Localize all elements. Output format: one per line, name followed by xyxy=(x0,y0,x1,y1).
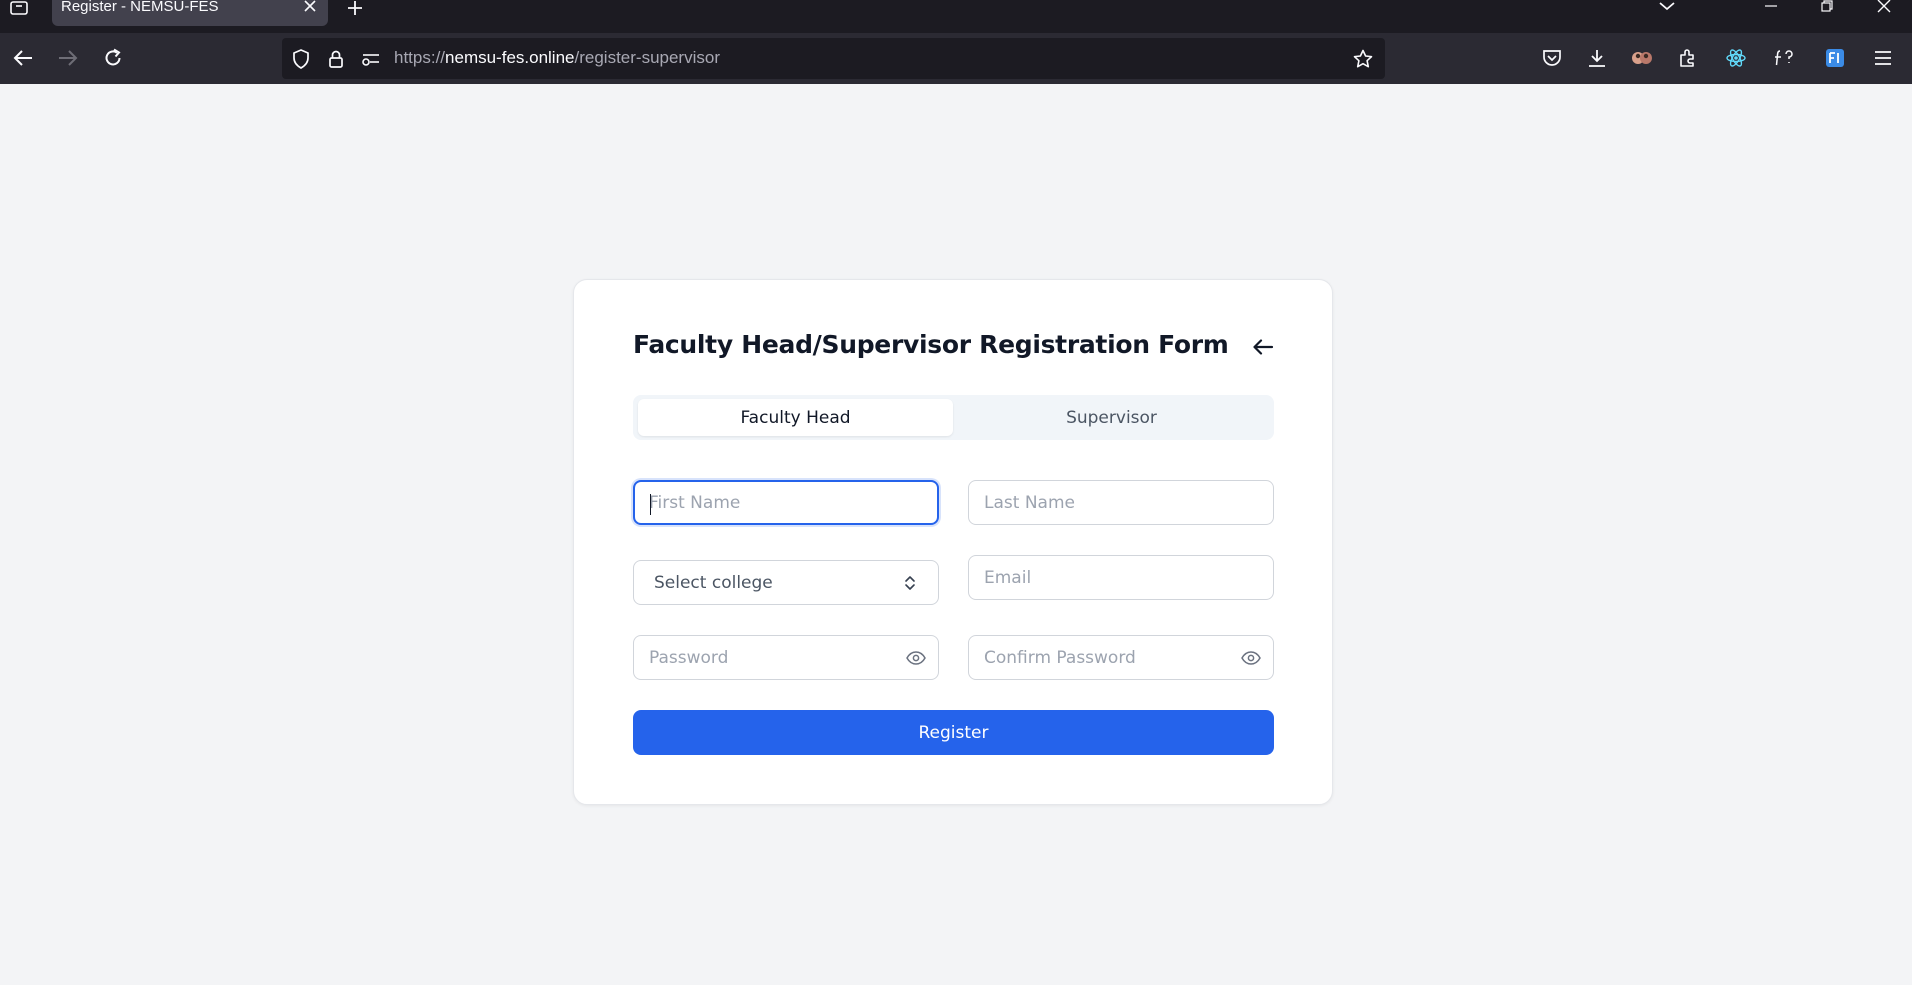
text-caret xyxy=(650,494,651,515)
first-name-field xyxy=(633,480,939,525)
tab-list-icon[interactable] xyxy=(8,0,30,16)
address-bar[interactable]: https://nemsu-fes.online/register-superv… xyxy=(282,38,1385,79)
email-input[interactable] xyxy=(969,556,1273,599)
account-avatar-icon[interactable] xyxy=(1629,45,1655,71)
register-button[interactable]: Register xyxy=(633,710,1274,755)
reload-icon[interactable] xyxy=(100,45,126,71)
shield-icon[interactable] xyxy=(291,49,311,69)
extension-fi-icon[interactable] xyxy=(1822,45,1848,71)
back-icon[interactable] xyxy=(10,45,36,71)
bookmark-star-icon[interactable] xyxy=(1353,49,1373,69)
show-confirm-password-eye-icon[interactable] xyxy=(1241,649,1261,667)
show-password-eye-icon[interactable] xyxy=(906,649,926,667)
restore-window-icon[interactable] xyxy=(1813,0,1841,16)
email-field xyxy=(968,555,1274,600)
college-select-value: Select college xyxy=(654,573,773,593)
first-name-input[interactable] xyxy=(635,482,937,523)
site-permissions-icon[interactable] xyxy=(361,49,381,69)
tab-faculty-head[interactable]: Faculty Head xyxy=(638,399,953,436)
lock-icon[interactable] xyxy=(326,49,346,69)
tab-title: Register - NEMSU-FES xyxy=(61,0,219,15)
confirm-password-field xyxy=(968,635,1274,680)
url-scheme: https:// xyxy=(394,48,446,67)
college-select[interactable]: Select college xyxy=(633,560,939,605)
chevron-up-down-icon xyxy=(902,573,918,593)
last-name-field xyxy=(968,480,1274,525)
role-tabs: Faculty Head Supervisor xyxy=(633,395,1274,440)
new-tab-plus-icon[interactable] xyxy=(345,0,365,18)
tab-supervisor[interactable]: Supervisor xyxy=(954,399,1269,436)
browser-tab-active[interactable]: Register - NEMSU-FES xyxy=(52,0,328,26)
url-text[interactable]: https://nemsu-fes.online/register-superv… xyxy=(394,48,720,68)
password-input[interactable] xyxy=(634,636,938,679)
back-arrow-icon[interactable] xyxy=(1248,332,1278,362)
registration-card: Faculty Head/Supervisor Registration For… xyxy=(573,279,1333,805)
downloads-icon[interactable] xyxy=(1584,45,1610,71)
app-menu-hamburger-icon[interactable] xyxy=(1870,45,1896,71)
list-all-tabs-chevron-icon[interactable] xyxy=(1653,0,1681,16)
url-path: /register-supervisor xyxy=(574,48,721,67)
react-devtools-icon[interactable] xyxy=(1723,45,1749,71)
browser-navigation-bar: https://nemsu-fes.online/register-superv… xyxy=(0,33,1912,84)
font-finder-icon[interactable] xyxy=(1772,45,1798,71)
form-title: Faculty Head/Supervisor Registration For… xyxy=(633,330,1229,359)
extensions-puzzle-icon[interactable] xyxy=(1675,45,1701,71)
minimize-window-icon[interactable] xyxy=(1757,0,1785,16)
browser-tab-strip: Register - NEMSU-FES xyxy=(0,0,1912,33)
pocket-icon[interactable] xyxy=(1539,45,1565,71)
password-field xyxy=(633,635,939,680)
close-tab-icon[interactable] xyxy=(302,0,318,14)
confirm-password-input[interactable] xyxy=(969,636,1273,679)
forward-icon[interactable] xyxy=(55,45,81,71)
url-host: nemsu-fes.online xyxy=(445,48,575,67)
last-name-input[interactable] xyxy=(969,481,1273,524)
close-window-icon[interactable] xyxy=(1870,0,1898,16)
